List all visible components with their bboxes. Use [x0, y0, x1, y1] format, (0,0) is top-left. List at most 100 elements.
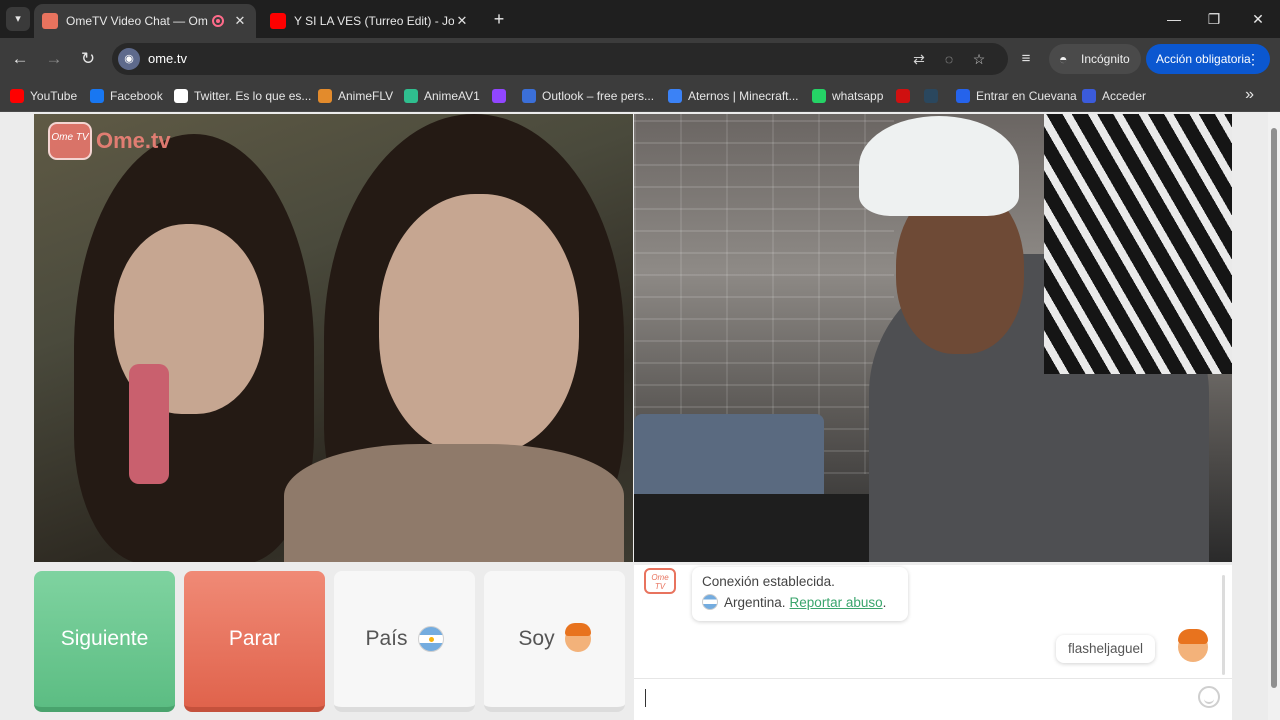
bookmark-item[interactable]: AnimeAV1 [404, 87, 480, 105]
red-bookmark-icon [896, 89, 910, 103]
country-label: País [365, 627, 408, 650]
bookmark-label: Facebook [110, 89, 163, 103]
user-avatar-icon [1178, 629, 1208, 662]
striped-jacket [1044, 114, 1232, 374]
outlook-icon [522, 89, 536, 103]
action-required-button[interactable]: Acción obligatoria ⋮ [1146, 44, 1270, 74]
site-info-icon[interactable]: ◉ [118, 48, 140, 70]
report-abuse-link[interactable]: Reportar abuso [790, 595, 883, 610]
media-controls-icon[interactable]: ≡ [1016, 49, 1036, 69]
next-button[interactable]: Siguiente [34, 571, 175, 712]
minimize-icon[interactable]: — [1154, 8, 1194, 30]
bookmark-label: YouTube [30, 89, 78, 103]
connection-text: Conexión establecida. [702, 574, 835, 589]
tab-title: Y SI LA VES (Turreo Edit) - Jona [294, 14, 454, 28]
incognito-badge[interactable]: ◓ Incógnito [1049, 44, 1141, 74]
more-bookmarks-icon[interactable]: » [1245, 86, 1254, 104]
recording-icon [212, 15, 224, 27]
tab-search-chevron-icon[interactable]: ▾ [6, 7, 30, 31]
tab-bar: ▾ OmeTV Video Chat — Ome ✕ Y SI LA VES (… [0, 0, 1280, 38]
bookmark-label: whatsapp [832, 89, 884, 103]
twitch-icon [492, 89, 506, 103]
more-menu-icon[interactable]: ⋮ [1246, 44, 1260, 74]
bookmark-label: AnimeAV1 [424, 89, 480, 103]
animeflv-icon [318, 89, 332, 103]
google-icon [174, 89, 188, 103]
bookmark-item[interactable]: whatsapp [812, 87, 883, 105]
chat-scrollbar[interactable] [1222, 575, 1225, 675]
bookmark-star-icon[interactable]: ☆ [970, 50, 988, 68]
ometv-chat-logo-icon: Ome TV [644, 568, 676, 594]
steam-icon [924, 89, 938, 103]
table-object [634, 494, 894, 562]
restore-icon[interactable]: ❐ [1194, 8, 1234, 30]
drink-can [129, 364, 169, 484]
incognito-label: Incógnito [1081, 52, 1130, 66]
tab-title: OmeTV Video Chat — Ome [66, 14, 208, 28]
whatsapp-icon [812, 89, 826, 103]
bookmark-item[interactable] [924, 87, 944, 105]
acceder-icon [1082, 89, 1096, 103]
tab-youtube[interactable]: Y SI LA VES (Turreo Edit) - Jona ✕ [262, 4, 478, 38]
country-button[interactable]: País [334, 571, 475, 712]
page-scroll-thumb[interactable] [1271, 128, 1277, 688]
emoji-smiley-icon[interactable] [1198, 686, 1220, 708]
bookmark-item[interactable] [896, 87, 916, 105]
remote-video [634, 114, 1232, 562]
new-tab-icon[interactable]: + [488, 8, 510, 30]
report-suffix: . [882, 594, 887, 610]
system-message: Conexión establecida. Argentina. Reporta… [692, 567, 908, 621]
argentina-flag-icon [417, 626, 444, 652]
ometv-favicon [42, 13, 58, 29]
bookmark-label: AnimeFLV [338, 89, 394, 103]
browser-toolbar: ← → ↻ ◉ ome.tv ⇄ ◌ ☆ ≡ ◓ Incógnito Acció… [0, 38, 1280, 80]
youtube-favicon [270, 13, 286, 29]
bookmark-label: Outlook – free pers... [542, 89, 655, 103]
ometv-logo: Ome TV Ome.tv [48, 122, 171, 160]
bookmark-item[interactable]: Entrar en Cuevana [956, 87, 1077, 105]
bookmark-label: Acceder [1102, 89, 1147, 103]
country-text: Argentina. [724, 594, 786, 610]
translate-icon[interactable]: ⇄ [910, 50, 928, 68]
bookmark-label: Aternos | Minecraft... [688, 89, 799, 103]
forward-icon[interactable]: → [42, 47, 66, 71]
stop-button[interactable]: Parar [184, 571, 325, 712]
close-tab-icon[interactable]: ✕ [454, 13, 470, 29]
bookmark-item[interactable]: Outlook – free pers... [522, 87, 654, 105]
stop-label: Parar [228, 627, 281, 650]
youtube-icon [10, 89, 24, 103]
basket [634, 414, 824, 504]
cuevana-icon [956, 89, 970, 103]
address-bar[interactable]: ◉ ome.tv ⇄ ◌ ☆ [112, 43, 1008, 75]
aternos-icon [668, 89, 682, 103]
bookmark-item[interactable]: YouTube [10, 87, 77, 105]
tab-ometv[interactable]: OmeTV Video Chat — Ome ✕ [34, 4, 256, 38]
eye-slash-icon[interactable]: ◌ [940, 50, 958, 68]
close-window-icon[interactable]: ✕ [1238, 8, 1278, 30]
ometv-page: Ome TV Ome.tv Siguiente Parar País Soy O… [0, 112, 1280, 720]
page-scrollbar[interactable] [1268, 112, 1280, 720]
bookmark-item[interactable]: Twitter. Es lo que es... [174, 87, 311, 105]
chat-divider [634, 678, 1232, 679]
bookmarks-bar: » YouTube Facebook Twitter. Es lo que es..… [0, 80, 1280, 112]
url-text[interactable]: ome.tv [148, 51, 187, 66]
back-icon[interactable]: ← [8, 47, 32, 71]
bookmark-item[interactable]: Acceder [1082, 87, 1146, 105]
gender-button[interactable]: Soy [484, 571, 625, 712]
bookmark-item[interactable] [492, 87, 512, 105]
chat-panel: Ome TV Conexión establecida. Argentina. … [634, 565, 1232, 720]
bookmark-item[interactable]: Facebook [90, 87, 163, 105]
text-caret [645, 689, 646, 707]
chat-input[interactable] [654, 683, 1194, 713]
bookmark-item[interactable]: AnimeFLV [318, 87, 393, 105]
animeav1-icon [404, 89, 418, 103]
local-video: Ome TV Ome.tv [34, 114, 633, 562]
bookmark-label: Twitter. Es lo que es... [194, 89, 312, 103]
gender-label: Soy [518, 627, 555, 650]
bookmark-item[interactable]: Aternos | Minecraft... [668, 87, 799, 105]
white-cap [859, 116, 1019, 216]
action-required-label: Acción obligatoria [1156, 52, 1251, 66]
ometv-logo-word: Ome.tv [96, 128, 171, 153]
reload-icon[interactable]: ↻ [76, 47, 100, 71]
close-tab-icon[interactable]: ✕ [232, 13, 248, 29]
